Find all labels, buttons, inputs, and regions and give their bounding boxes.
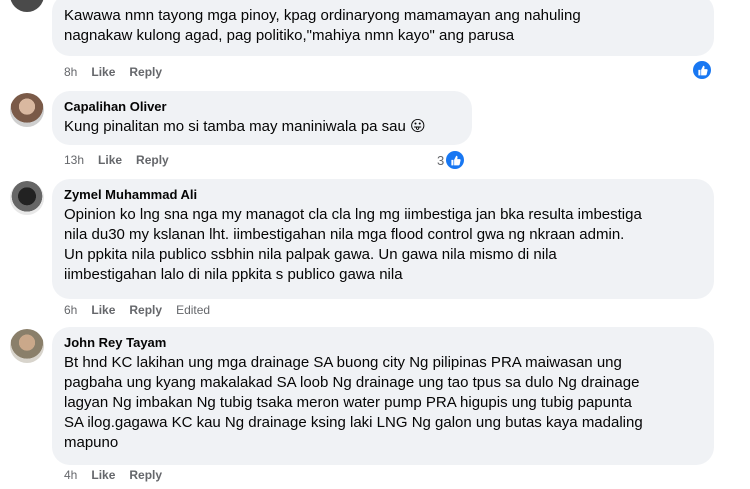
like-button[interactable]: Like xyxy=(91,65,115,79)
like-button[interactable]: Like xyxy=(98,153,122,167)
comment-actions: 8h Like Reply xyxy=(64,65,162,79)
like-button[interactable]: Like xyxy=(91,468,115,482)
edited-label: Edited xyxy=(176,303,211,317)
avatar[interactable] xyxy=(10,329,44,363)
comment-actions: 13h Like Reply xyxy=(64,153,169,167)
comment-actions: 6h Like Reply Edited xyxy=(64,303,210,317)
reply-button[interactable]: Reply xyxy=(136,153,169,167)
reaction-summary[interactable]: 3 xyxy=(437,151,465,169)
timestamp[interactable]: 4h xyxy=(64,468,77,482)
comment-bubble: Zymel Muhammad Ali Opinion ko lng sna ng… xyxy=(52,179,714,299)
timestamp[interactable]: 6h xyxy=(64,303,77,317)
comment-text: Opinion ko lng sna nga my managot cla cl… xyxy=(64,206,642,283)
like-reaction-icon xyxy=(446,151,465,169)
avatar[interactable] xyxy=(10,93,44,127)
comment-text: Kawawa nmn tayong mga pinoy, kpag ordina… xyxy=(64,7,581,44)
comment-text: Bt hnd KC lakihan ung mga drainage SA bu… xyxy=(64,354,643,451)
comment-author[interactable]: Zymel Muhammad Ali xyxy=(64,187,702,203)
avatar[interactable] xyxy=(10,181,44,215)
avatar[interactable] xyxy=(10,0,44,12)
comment-bubble: Kawawa nmn tayong mga pinoy, kpag ordina… xyxy=(52,0,714,56)
reply-button[interactable]: Reply xyxy=(129,303,162,317)
comment-actions: 4h Like Reply xyxy=(64,468,162,482)
like-button[interactable]: Like xyxy=(91,303,115,317)
comment-bubble: John Rey Tayam Bt hnd KC lakihan ung mga… xyxy=(52,327,714,465)
comment-author[interactable]: John Rey Tayam xyxy=(64,335,702,351)
timestamp[interactable]: 8h xyxy=(64,65,77,79)
reaction-summary[interactable] xyxy=(693,61,711,79)
reaction-count: 3 xyxy=(437,152,445,168)
reply-button[interactable]: Reply xyxy=(129,468,162,482)
like-reaction-icon xyxy=(693,61,711,79)
comment-bubble: Capalihan Oliver Kung pinalitan mo si ta… xyxy=(52,91,472,145)
timestamp[interactable]: 13h xyxy=(64,153,84,167)
reply-button[interactable]: Reply xyxy=(129,65,162,79)
comment-text: Kung pinalitan mo si tamba may maniniwal… xyxy=(64,118,426,135)
comment-author[interactable]: Capalihan Oliver xyxy=(64,99,460,115)
